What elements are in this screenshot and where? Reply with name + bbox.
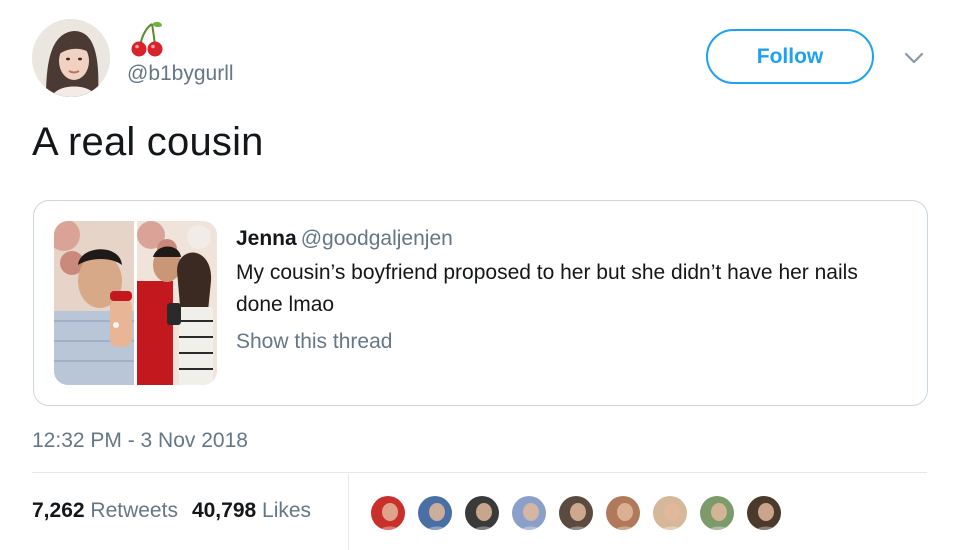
tweet-text: A real cousin xyxy=(32,120,264,164)
liker-avatar-1[interactable] xyxy=(369,494,407,532)
author-handle[interactable]: @b1bygurll xyxy=(127,62,234,86)
liker-avatar-9[interactable] xyxy=(745,494,783,532)
follow-button[interactable]: Follow xyxy=(706,29,874,84)
cherries-icon xyxy=(130,20,164,58)
author-avatar[interactable] xyxy=(32,19,110,97)
chevron-down-icon[interactable] xyxy=(902,48,926,68)
likes-label: Likes xyxy=(262,499,312,522)
retweets-label: Retweets xyxy=(90,499,178,522)
liker-avatar-2[interactable] xyxy=(416,494,454,532)
likes-stat[interactable]: 40,798 Likes xyxy=(192,499,311,522)
quoted-tweet-text: My cousin’s boyfriend proposed to her bu… xyxy=(236,261,858,316)
proposal-photo-2[interactable] xyxy=(137,221,217,385)
likes-count: 40,798 xyxy=(191,499,257,522)
liker-avatar-8[interactable] xyxy=(698,494,736,532)
proposal-photo-1[interactable] xyxy=(54,221,134,385)
retweets-stat[interactable]: 7,262 Retweets xyxy=(32,499,178,522)
liker-avatar-6[interactable] xyxy=(604,494,642,532)
stats-divider xyxy=(348,474,349,550)
retweets-count: 7,262 xyxy=(32,499,85,522)
quoted-tweet-card[interactable]: Jenna @goodgaljenjen My cousin’s boyfrien… xyxy=(33,200,928,406)
liker-avatar-5[interactable] xyxy=(557,494,595,532)
liker-avatar-3[interactable] xyxy=(463,494,501,532)
tweet-stats: 7,262 Retweets 40,798 Likes xyxy=(32,499,311,523)
liker-avatar-4[interactable] xyxy=(510,494,548,532)
tweet-timestamp[interactable]: 12:32 PM - 3 Nov 2018 xyxy=(32,429,248,453)
show-thread-link[interactable]: Show this thread xyxy=(236,330,392,354)
liker-avatar-7[interactable] xyxy=(651,494,689,532)
divider xyxy=(32,472,927,473)
quoted-author-handle[interactable]: @goodgaljenjen xyxy=(301,227,453,250)
quoted-author-name[interactable]: Jenna xyxy=(236,227,297,250)
quoted-tweet-media[interactable] xyxy=(54,221,217,385)
